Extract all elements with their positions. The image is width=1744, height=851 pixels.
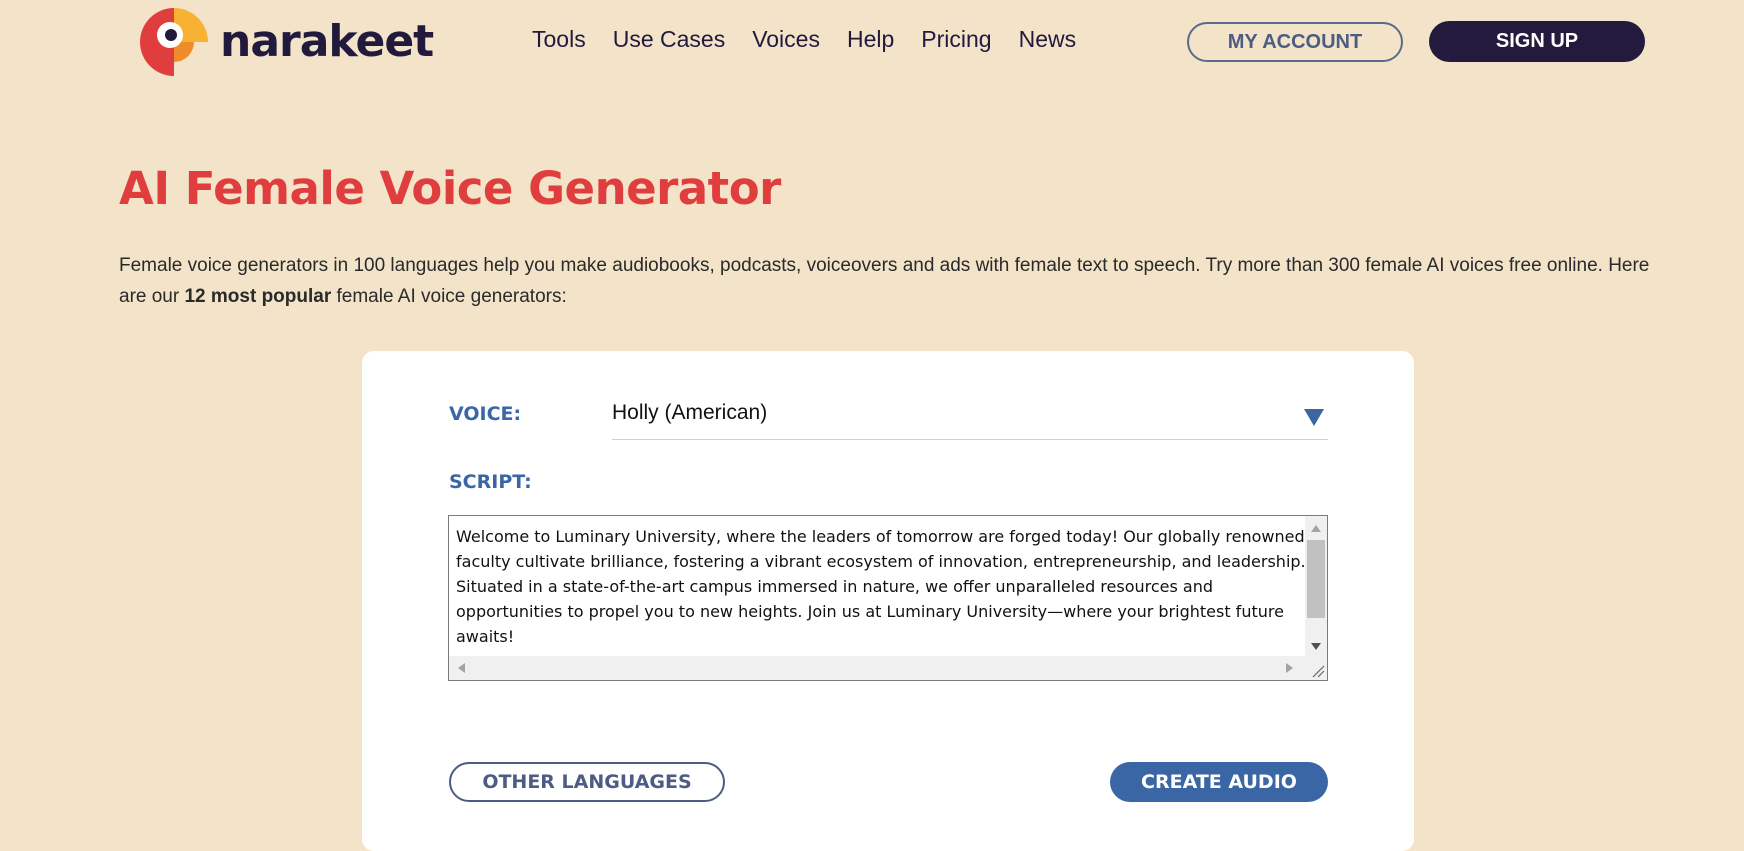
nav-use-cases[interactable]: Use Cases bbox=[613, 26, 725, 53]
horizontal-scrollbar[interactable] bbox=[449, 656, 1305, 680]
resize-grip-icon[interactable] bbox=[1305, 656, 1327, 680]
dropdown-triangle-icon bbox=[1304, 409, 1324, 426]
page-title: AI Female Voice Generator bbox=[119, 162, 781, 215]
other-languages-button[interactable]: OTHER LANGUAGES bbox=[449, 762, 725, 802]
vertical-scrollbar[interactable] bbox=[1305, 516, 1327, 656]
main-nav: Tools Use Cases Voices Help Pricing News bbox=[532, 26, 1076, 53]
nav-tools[interactable]: Tools bbox=[532, 26, 586, 53]
voice-label: VOICE: bbox=[449, 403, 522, 425]
logo[interactable]: narakeet bbox=[140, 8, 434, 76]
scroll-up-icon[interactable] bbox=[1311, 525, 1321, 532]
script-text: Welcome to Luminary University, where th… bbox=[456, 527, 1306, 646]
intro-highlight: 12 most popular bbox=[184, 286, 332, 307]
logo-text: narakeet bbox=[220, 16, 434, 67]
voice-selected-value: Holly (American) bbox=[612, 401, 768, 424]
scroll-right-icon[interactable] bbox=[1286, 663, 1293, 673]
scroll-down-icon[interactable] bbox=[1311, 643, 1321, 650]
voice-select[interactable]: Holly (American) bbox=[612, 395, 1328, 440]
create-audio-button[interactable]: CREATE AUDIO bbox=[1110, 762, 1328, 802]
voice-generator-card: VOICE: Holly (American) SCRIPT: Welcome … bbox=[362, 351, 1414, 851]
sign-up-button[interactable]: SIGN UP bbox=[1429, 21, 1645, 62]
script-textarea[interactable]: Welcome to Luminary University, where th… bbox=[448, 515, 1328, 681]
nav-voices[interactable]: Voices bbox=[752, 26, 820, 53]
script-label: SCRIPT: bbox=[449, 471, 532, 493]
nav-news[interactable]: News bbox=[1019, 26, 1077, 53]
resize-grip-svg bbox=[1312, 665, 1325, 678]
intro-text-end: female AI voice generators: bbox=[331, 286, 567, 307]
scroll-left-icon[interactable] bbox=[458, 663, 465, 673]
intro-paragraph: Female voice generators in 100 languages… bbox=[119, 250, 1679, 312]
my-account-button[interactable]: MY ACCOUNT bbox=[1187, 22, 1403, 62]
parrot-logo-icon bbox=[140, 8, 208, 76]
scrollbar-thumb[interactable] bbox=[1307, 540, 1325, 618]
nav-help[interactable]: Help bbox=[847, 26, 894, 53]
site-header: narakeet Tools Use Cases Voices Help Pri… bbox=[0, 0, 1744, 90]
nav-pricing[interactable]: Pricing bbox=[921, 26, 991, 53]
